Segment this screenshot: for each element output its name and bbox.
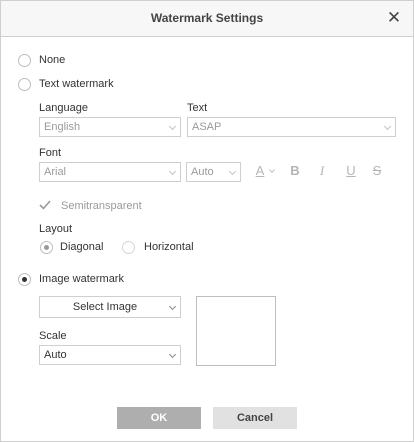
radio-text-watermark[interactable] bbox=[18, 78, 31, 91]
bold-icon[interactable]: B bbox=[287, 162, 303, 180]
radio-image-watermark[interactable] bbox=[18, 273, 31, 286]
chevron-down-icon bbox=[383, 122, 392, 131]
semitransparent-label[interactable]: Semitransparent bbox=[61, 200, 142, 212]
underline-icon[interactable]: U bbox=[343, 162, 359, 180]
radio-horizontal-label[interactable]: Horizontal bbox=[144, 241, 194, 253]
font-size-select[interactable]: Auto bbox=[186, 162, 241, 182]
image-preview bbox=[196, 296, 276, 366]
italic-icon[interactable]: I bbox=[314, 162, 330, 180]
chevron-down-icon bbox=[168, 350, 177, 359]
ok-button[interactable]: OK bbox=[117, 407, 201, 429]
dialog-title: Watermark Settings bbox=[150, 11, 264, 25]
close-icon[interactable]: ✕ bbox=[383, 7, 405, 29]
layout-label: Layout bbox=[39, 223, 73, 235]
font-select[interactable]: Arial bbox=[39, 162, 181, 182]
scale-select[interactable]: Auto bbox=[39, 345, 181, 365]
chevron-down-icon bbox=[168, 302, 177, 311]
select-image-label: Select Image bbox=[72, 301, 138, 313]
language-label: Language bbox=[39, 102, 88, 114]
scale-label: Scale bbox=[39, 330, 67, 342]
scale-value: Auto bbox=[44, 349, 67, 361]
cancel-button[interactable]: Cancel bbox=[213, 407, 297, 429]
font-value: Arial bbox=[44, 166, 67, 178]
radio-text-watermark-label[interactable]: Text watermark bbox=[39, 78, 114, 90]
chevron-down-icon[interactable] bbox=[269, 167, 275, 173]
text-select[interactable]: ASAP bbox=[187, 117, 396, 137]
strikethrough-icon[interactable]: S bbox=[369, 162, 385, 180]
checkmark-icon[interactable] bbox=[39, 199, 51, 211]
text-label: Text bbox=[187, 102, 208, 114]
chevron-down-icon bbox=[228, 167, 237, 176]
font-label: Font bbox=[39, 147, 62, 159]
dialog-header: Watermark Settings ✕ bbox=[1, 1, 413, 37]
select-image-button[interactable]: Select Image bbox=[39, 296, 181, 318]
radio-none[interactable] bbox=[18, 54, 31, 67]
radio-horizontal[interactable] bbox=[122, 241, 135, 254]
language-select[interactable]: English bbox=[39, 117, 181, 137]
chevron-down-icon bbox=[168, 122, 177, 131]
text-value: ASAP bbox=[192, 121, 222, 133]
radio-none-label[interactable]: None bbox=[39, 54, 65, 66]
font-color-icon[interactable]: A bbox=[252, 162, 268, 180]
radio-image-watermark-label[interactable]: Image watermark bbox=[39, 273, 124, 285]
watermark-settings-dialog: Watermark Settings ✕ None Text watermark… bbox=[0, 0, 414, 442]
radio-diagonal-label[interactable]: Diagonal bbox=[60, 241, 103, 253]
font-size-value: Auto bbox=[191, 166, 214, 178]
radio-diagonal[interactable] bbox=[40, 241, 53, 254]
language-value: English bbox=[44, 121, 81, 133]
chevron-down-icon bbox=[168, 167, 177, 176]
